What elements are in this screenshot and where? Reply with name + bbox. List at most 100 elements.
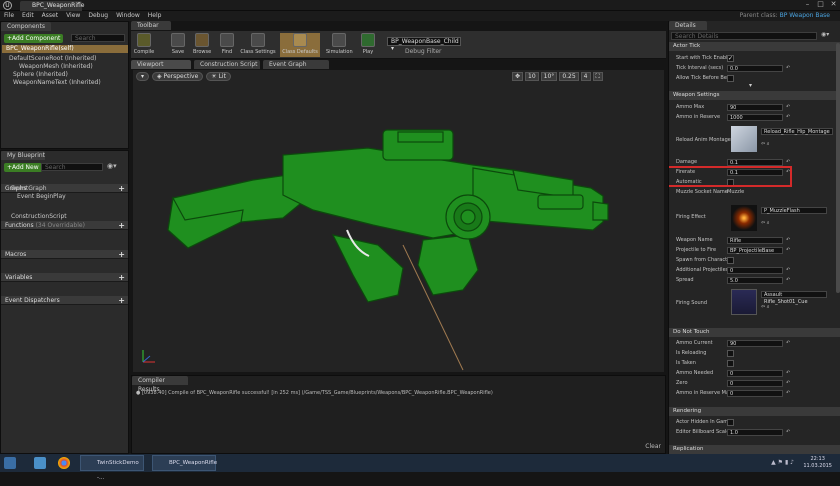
component-tree-item[interactable]: WeaponMesh (Inherited) (19, 63, 93, 71)
camera-speed-value[interactable]: 4 (580, 72, 591, 81)
property-value-input[interactable]: 0 (727, 390, 783, 397)
add-function-icon[interactable]: + (118, 221, 125, 230)
self-component-item[interactable]: BPC_WeaponRifle(self) (2, 45, 128, 53)
reset-arrow-icon[interactable]: ↶ (786, 113, 790, 122)
start-icon[interactable] (4, 457, 16, 469)
reset-arrow-icon[interactable]: ↶ (786, 379, 790, 388)
effect-select[interactable]: P_MuzzleFlash (761, 207, 827, 214)
scale-snap-value[interactable]: 0.25 (559, 72, 579, 81)
viewport-options-button[interactable]: ▾ (136, 72, 150, 81)
macros-section[interactable]: Macros + (1, 250, 128, 259)
property-checkbox[interactable] (727, 75, 734, 82)
property-checkbox[interactable] (727, 419, 734, 426)
property-value-input[interactable]: 0 (727, 267, 783, 274)
taskbar-task-twinstick[interactable]: TwinStickDemo -... (80, 455, 144, 481)
montage-use-icon[interactable]: ⇦ ⌕ (761, 140, 770, 149)
graph-item[interactable]: Event BeginPlay (17, 193, 66, 201)
variables-section[interactable]: Variables + (1, 273, 128, 282)
parent-class-link[interactable]: BP Weapon Base (780, 12, 830, 19)
class-defaults-button[interactable]: Class Defaults (280, 33, 320, 57)
advanced-expand-icon[interactable]: ▾ (749, 82, 752, 89)
details-tab[interactable]: Details (669, 21, 707, 30)
view-options-icon[interactable]: ◉▾ (821, 31, 829, 38)
components-tab[interactable]: Components (1, 22, 51, 31)
sound-select[interactable]: Assault Rifle_Shot01_Cue (761, 291, 827, 305)
montage-select[interactable]: Reload_Rifle_Hip_Montage (761, 128, 833, 135)
menu-edit[interactable]: Edit (22, 11, 34, 21)
property-checkbox[interactable] (727, 360, 734, 367)
rendering-header[interactable]: Rendering (669, 407, 840, 416)
property-checkbox[interactable] (727, 350, 734, 357)
property-checkbox[interactable] (727, 257, 734, 264)
view-options-icon[interactable]: ◉▾ (107, 162, 117, 170)
taskbar-task-blueprint[interactable]: BPC_WeaponRifle (152, 455, 217, 471)
do-not-touch-header[interactable]: Do Not Touch (669, 328, 840, 337)
property-value-input[interactable]: 0 (727, 370, 783, 377)
minimize-icon[interactable]: – (803, 0, 812, 9)
add-component-button[interactable]: +Add Component (4, 34, 64, 43)
menu-asset[interactable]: Asset (42, 11, 58, 21)
find-button[interactable]: Find (218, 33, 236, 55)
chrome-icon[interactable] (58, 457, 70, 469)
reset-arrow-icon[interactable]: ↶ (786, 64, 790, 73)
tab-viewport[interactable]: Viewport (131, 60, 191, 69)
lit-button[interactable]: ☀ Lit (206, 72, 231, 81)
add-new-button[interactable]: +Add New (4, 163, 42, 172)
play-button[interactable]: Play (359, 33, 377, 55)
sound-use-icon[interactable]: ⇦ ⌕ (761, 303, 770, 312)
angle-snap-value[interactable]: 10° (540, 72, 558, 81)
menu-view[interactable]: View (66, 11, 80, 21)
reset-arrow-icon[interactable]: ↶ (786, 266, 790, 275)
actor-tick-header[interactable]: Actor Tick (669, 42, 840, 51)
transform-icon[interactable]: ✥ (512, 72, 524, 81)
reset-arrow-icon[interactable]: ↶ (786, 236, 790, 245)
component-tree-item[interactable]: Sphere (Inherited) (13, 71, 68, 79)
property-value-input[interactable]: Rifle (727, 237, 783, 244)
viewport[interactable] (133, 70, 664, 372)
menu-debug[interactable]: Debug (88, 11, 108, 21)
property-value-input[interactable]: 5.0 (727, 277, 783, 284)
document-tab[interactable]: BPC_WeaponRifle (20, 1, 84, 11)
reset-arrow-icon[interactable]: ↶ (786, 339, 790, 348)
debug-object-select[interactable]: BP_WeaponBase_Child ▾ (387, 37, 461, 52)
menu-file[interactable]: File (4, 11, 14, 21)
graph-item[interactable]: EventGraph (11, 185, 47, 193)
tab-construction-script[interactable]: Construction Script (194, 60, 260, 69)
reset-arrow-icon[interactable]: ↶ (786, 389, 790, 398)
perspective-button[interactable]: ◈ Perspective (152, 72, 204, 81)
details-scrollbar[interactable] (836, 43, 840, 293)
property-value-input[interactable]: BP_ProjectileBase (727, 247, 783, 254)
property-checkbox[interactable] (727, 54, 734, 63)
property-value-input[interactable]: 1.0 (727, 429, 783, 436)
reset-arrow-icon[interactable]: ↶ (786, 369, 790, 378)
property-value-input[interactable]: 90 (727, 340, 783, 347)
reset-arrow-icon[interactable]: ↶ (786, 246, 790, 255)
add-graph-icon[interactable]: + (118, 184, 125, 193)
menu-help[interactable]: Help (148, 11, 162, 21)
components-search-input[interactable]: Search (71, 34, 125, 42)
clear-button[interactable]: Clear (645, 443, 661, 450)
property-value-input[interactable]: 1000 (727, 114, 783, 121)
compiler-results-tab[interactable]: Compiler Results (132, 376, 188, 393)
explorer-icon[interactable] (34, 457, 46, 469)
replication-header[interactable]: Replication (669, 445, 840, 454)
add-macro-icon[interactable]: + (118, 250, 125, 259)
tab-event-graph[interactable]: Event Graph (263, 60, 329, 69)
clock[interactable]: 22:13 11.03.2015 (803, 456, 832, 470)
reset-arrow-icon[interactable]: ↶ (786, 428, 790, 437)
property-text-value[interactable]: Muzzle (727, 188, 744, 197)
reset-arrow-icon[interactable]: ↶ (786, 103, 790, 112)
close-icon[interactable]: ✕ (829, 0, 838, 9)
my-blueprint-tab[interactable]: My Blueprint (1, 151, 45, 160)
class-settings-button[interactable]: Class Settings (240, 33, 276, 55)
component-tree-item[interactable]: DefaultSceneRoot (Inherited) (9, 55, 96, 63)
event-dispatchers-section[interactable]: Event Dispatchers + (1, 296, 128, 305)
compile-button[interactable]: Compile (133, 33, 155, 55)
property-value-input[interactable]: 0 (727, 380, 783, 387)
reset-arrow-icon[interactable]: ↶ (786, 276, 790, 285)
add-variable-icon[interactable]: + (118, 273, 125, 282)
menu-window[interactable]: Window (116, 11, 140, 21)
property-value-input[interactable]: 0.1 (727, 159, 783, 166)
maximize-icon[interactable]: □ (816, 0, 825, 9)
functions-section[interactable]: Functions (34 Overridable) + (1, 221, 128, 230)
